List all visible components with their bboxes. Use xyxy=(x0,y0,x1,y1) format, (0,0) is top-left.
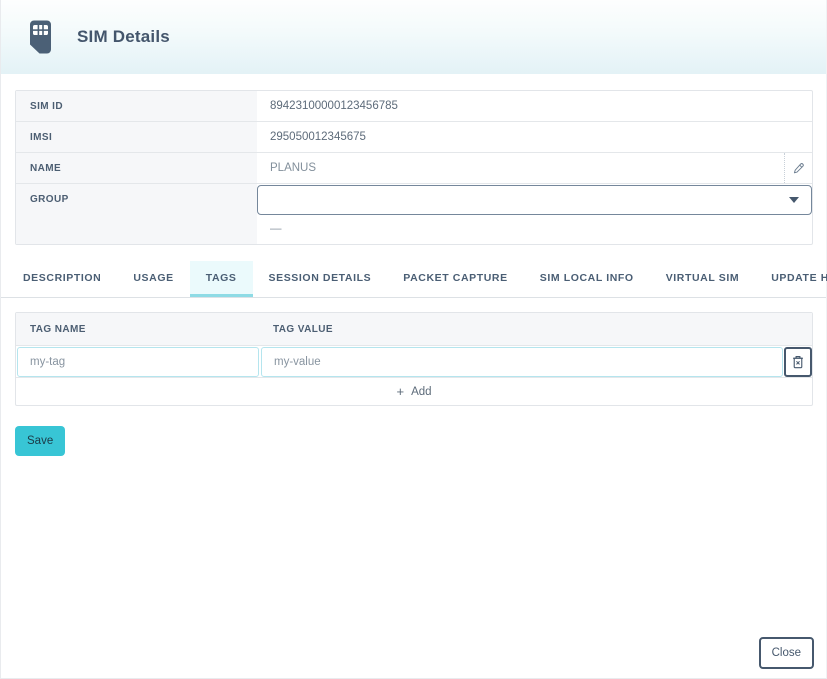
name-value: PLANUS xyxy=(270,162,316,174)
close-button[interactable]: Close xyxy=(759,637,814,669)
add-tag-button[interactable]: + Add xyxy=(16,378,812,405)
plus-icon: + xyxy=(396,384,404,399)
tag-value-column-header: TAG VALUE xyxy=(259,313,812,345)
table-row-name: NAME PLANUS xyxy=(16,153,812,184)
pencil-icon xyxy=(792,162,805,175)
tab-sim-local-info[interactable]: SIM LOCAL INFO xyxy=(524,261,650,297)
tab-packet-capture[interactable]: PACKET CAPTURE xyxy=(387,261,523,297)
tab-tags[interactable]: TAGS xyxy=(190,261,253,297)
tag-name-input[interactable] xyxy=(17,347,259,377)
edit-name-button[interactable] xyxy=(784,153,812,183)
imsi-label: IMSI xyxy=(16,122,257,152)
group-label: GROUP xyxy=(16,184,257,244)
trash-icon xyxy=(792,355,804,369)
save-button[interactable]: Save xyxy=(15,426,65,456)
name-value-cell: PLANUS xyxy=(257,153,812,183)
tab-session-details[interactable]: SESSION DETAILS xyxy=(253,261,388,297)
tag-row xyxy=(16,346,812,378)
sim-id-label: SIM ID xyxy=(16,91,257,121)
add-tag-label: Add xyxy=(411,386,431,398)
tab-description[interactable]: DESCRIPTION xyxy=(7,261,117,297)
sim-detail-table: SIM ID 89423100000123456785 IMSI 2950500… xyxy=(15,90,813,245)
imsi-value: 295050012345675 xyxy=(257,122,812,152)
tab-update-history[interactable]: UPDATE HISTORY xyxy=(755,261,827,297)
sim-id-value: 89423100000123456785 xyxy=(257,91,812,121)
name-label: NAME xyxy=(16,153,257,183)
tags-table-header: TAG NAME TAG VALUE xyxy=(16,313,812,346)
tab-usage[interactable]: USAGE xyxy=(117,261,189,297)
group-select[interactable] xyxy=(257,185,812,215)
sim-card-icon xyxy=(29,20,52,54)
table-row-sim-id: SIM ID 89423100000123456785 xyxy=(16,91,812,122)
page-header: SIM Details xyxy=(1,0,826,74)
group-value-cell: — xyxy=(257,184,812,244)
tag-name-column-header: TAG NAME xyxy=(16,313,259,345)
delete-tag-button[interactable] xyxy=(784,347,812,377)
detail-tabs: DESCRIPTION USAGE TAGS SESSION DETAILS P… xyxy=(1,261,826,298)
table-row-imsi: IMSI 295050012345675 xyxy=(16,122,812,153)
group-empty-value: — xyxy=(257,215,812,235)
tag-value-input[interactable] xyxy=(261,347,783,377)
chevron-down-icon xyxy=(789,197,799,203)
page-title: SIM Details xyxy=(77,27,170,47)
tags-table: TAG NAME TAG VALUE + Add xyxy=(15,312,813,406)
tab-virtual-sim[interactable]: VIRTUAL SIM xyxy=(650,261,756,297)
table-row-group: GROUP — xyxy=(16,184,812,244)
